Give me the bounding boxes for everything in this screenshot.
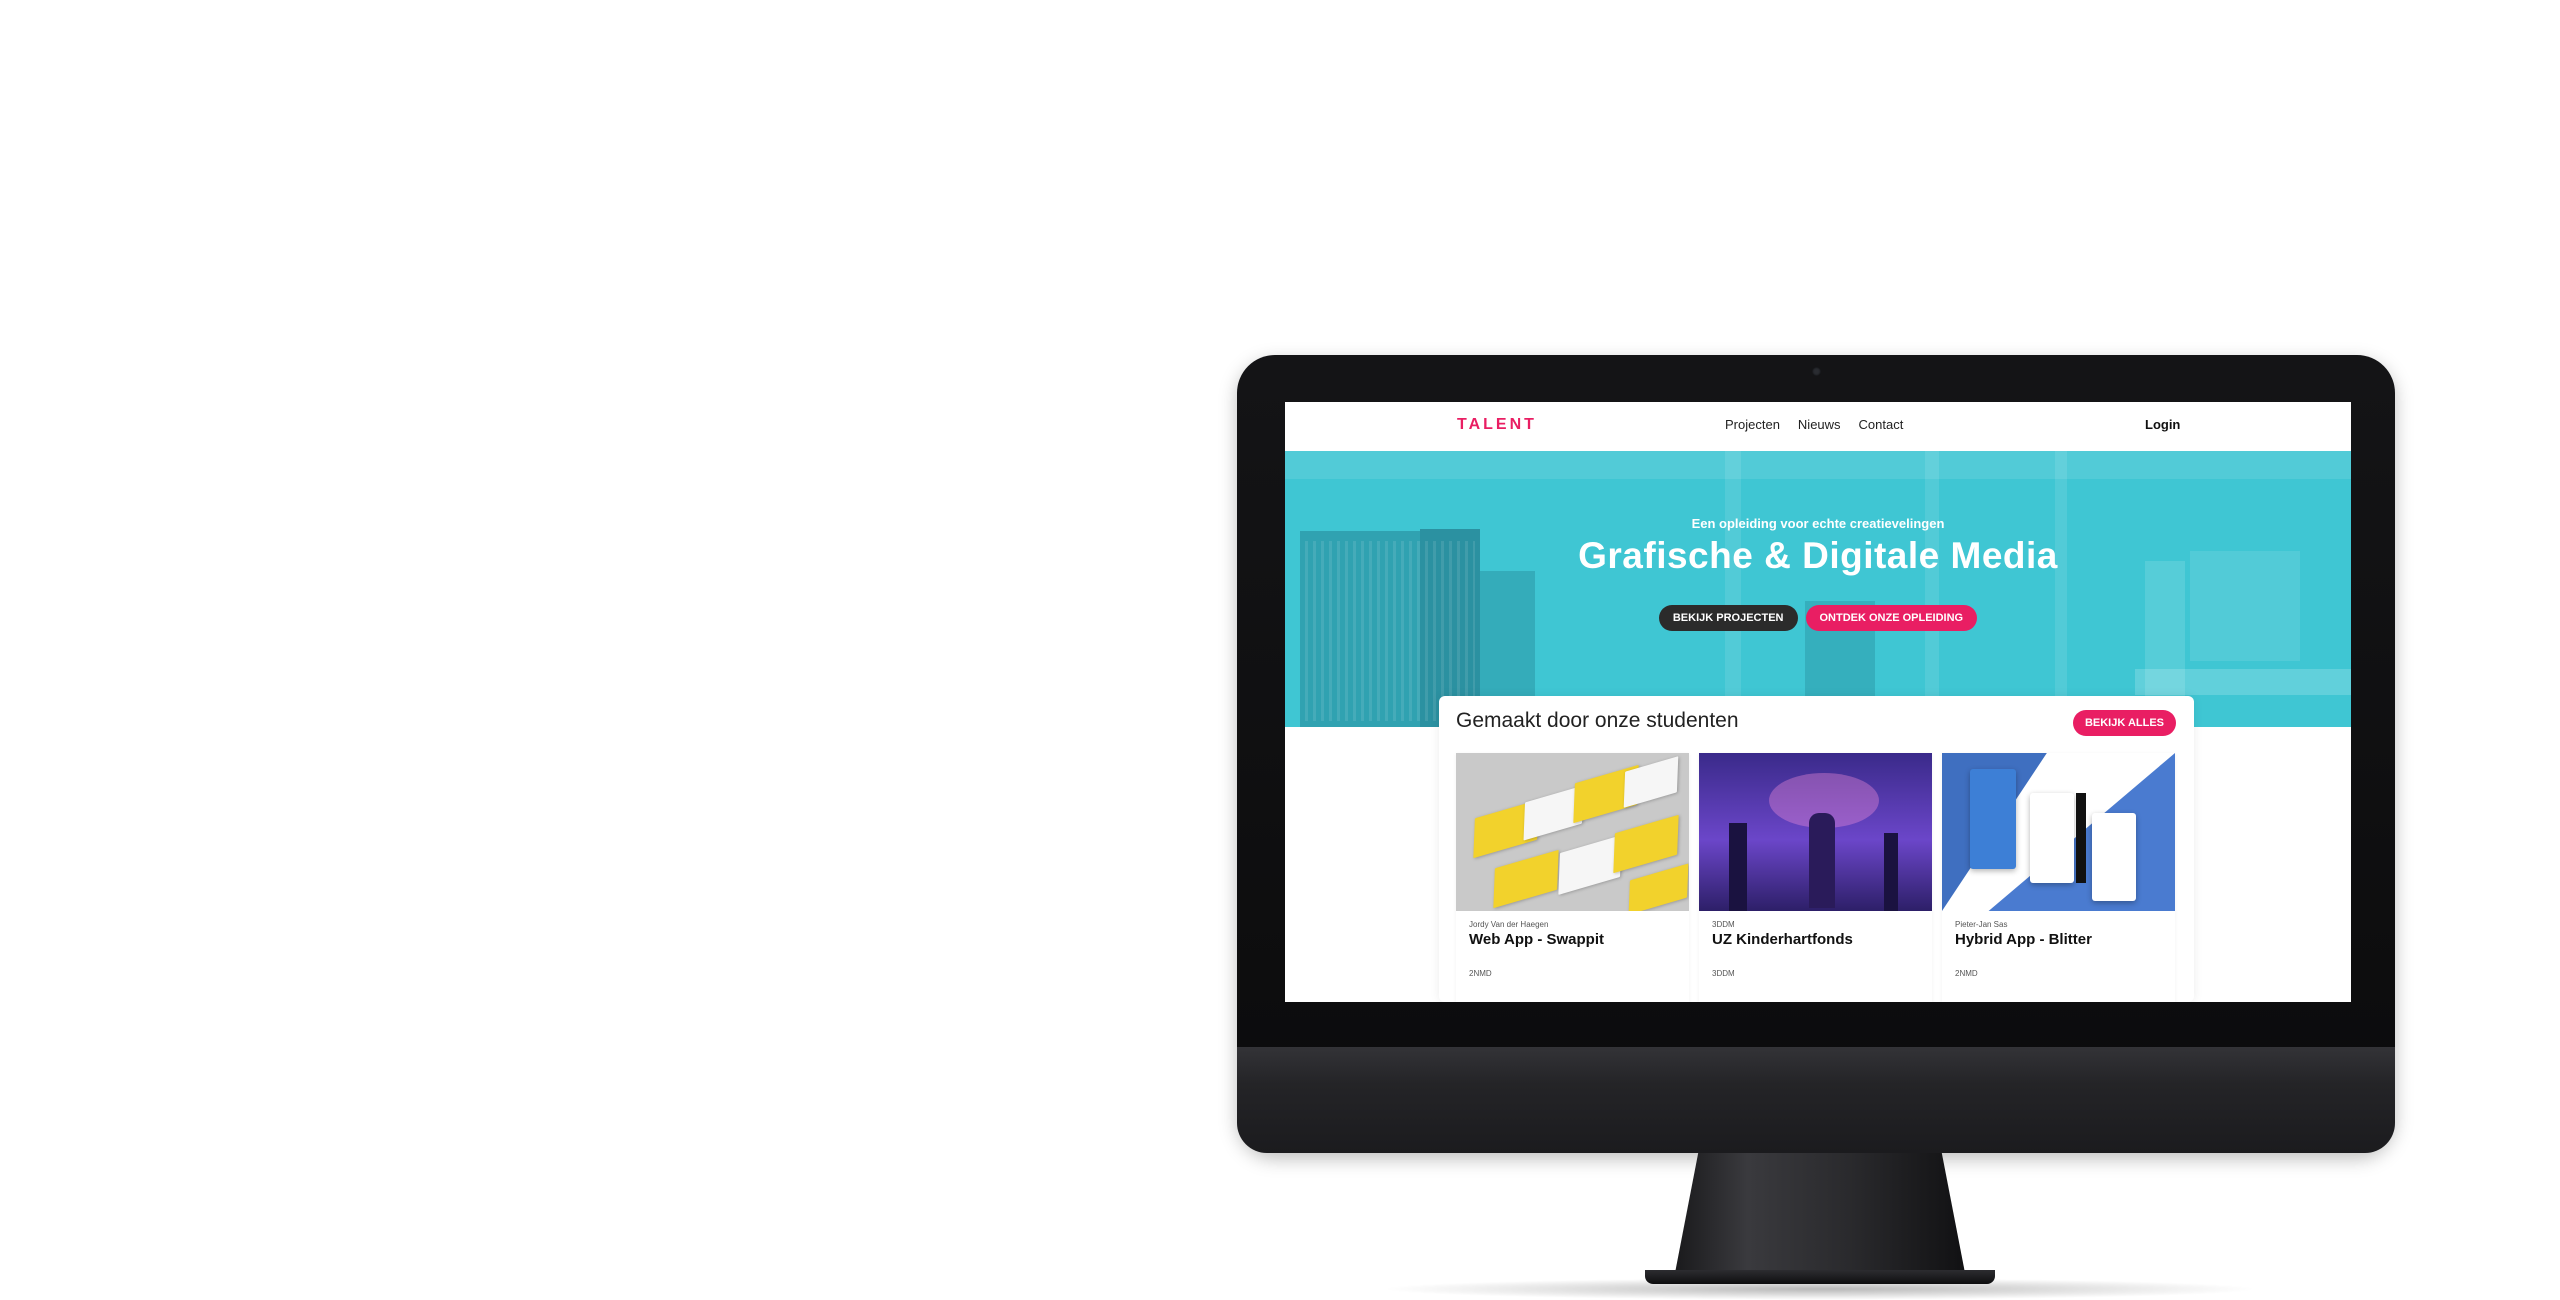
hero-banner: Een opleiding voor echte creatievelingen… <box>1285 451 2351 727</box>
view-projects-button[interactable]: BEKIJK PROJECTEN <box>1658 605 1798 631</box>
card-author: Jordy Van der Haegen <box>1469 920 1549 929</box>
document-shape <box>1493 849 1559 909</box>
top-navbar: TALENT Projecten Nieuws Contact Login <box>1285 402 2351 451</box>
discover-education-button[interactable]: ONTDEK ONZE OPLEIDING <box>1805 605 1978 631</box>
camera-icon <box>1812 367 1821 376</box>
project-card-blitter[interactable]: Pieter-Jan Sas Hybrid App - Blitter 2NMD <box>1942 753 2175 1002</box>
equipment-stand <box>1884 833 1898 911</box>
project-thumbnail[interactable] <box>1456 753 1689 911</box>
card-title[interactable]: UZ Kinderhartfonds <box>1712 931 1853 948</box>
card-title[interactable]: Web App - Swappit <box>1469 931 1604 948</box>
hero-desk <box>2135 669 2351 695</box>
hero-title: Grafische & Digitale Media <box>1578 535 2058 576</box>
equipment-stand <box>1729 823 1747 911</box>
floor-shadow <box>1380 1278 2260 1300</box>
hero-buttons: BEKIJK PROJECTEN ONTDEK ONZE OPLEIDING <box>1285 605 2351 631</box>
hero-pillar <box>2055 451 2067 727</box>
project-thumbnail[interactable] <box>1699 753 1932 911</box>
nav-link-projecten[interactable]: Projecten <box>1725 417 1780 432</box>
card-tag: 3DDM <box>1712 969 1735 978</box>
hero-tagline: Een opleiding voor echte creatievelingen <box>1691 516 1945 531</box>
view-all-button[interactable]: BEKIJK ALLES <box>2072 710 2176 736</box>
project-cards: Jordy Van der Haegen Web App - Swappit 2… <box>1456 753 2175 1002</box>
card-title[interactable]: Hybrid App - Blitter <box>1955 931 2092 948</box>
phone-edge <box>2076 793 2086 883</box>
app-screen <box>2030 793 2074 883</box>
website-screen: TALENT Projecten Nieuws Contact Login Ee… <box>1285 402 2351 1002</box>
hero-ceiling <box>1285 451 2351 479</box>
nav-link-contact[interactable]: Contact <box>1859 417 1904 432</box>
hero-bookshelf <box>1480 571 1535 711</box>
hero-pillar <box>1925 451 1939 727</box>
talent-logo[interactable]: TALENT <box>1457 416 1537 434</box>
document-shape <box>1628 863 1689 911</box>
document-shape <box>1623 756 1679 808</box>
project-card-uz-kinderhartfonds[interactable]: 3DDM UZ Kinderhartfonds 3DDM <box>1699 753 1932 1002</box>
document-shape <box>1613 814 1679 874</box>
person-silhouette <box>1809 813 1835 908</box>
app-screen <box>2092 813 2136 901</box>
card-tag: 2NMD <box>1469 969 1492 978</box>
login-link[interactable]: Login <box>2145 417 2180 432</box>
card-tag: 2NMD <box>1955 969 1978 978</box>
nav-links: Projecten Nieuws Contact <box>1725 417 1903 432</box>
app-screen <box>1970 769 2016 869</box>
student-projects-section: Gemaakt door onze studenten BEKIJK ALLES… <box>1439 696 2194 1002</box>
card-author: Pieter-Jan Sas <box>1955 920 2008 929</box>
monitor-chin <box>1237 1047 2395 1153</box>
project-card-swappit[interactable]: Jordy Van der Haegen Web App - Swappit 2… <box>1456 753 1689 1002</box>
document-shape <box>1558 835 1622 895</box>
nav-link-nieuws[interactable]: Nieuws <box>1798 417 1841 432</box>
monitor-stand <box>1675 1153 1965 1273</box>
card-author: 3DDM <box>1712 920 1735 929</box>
hero-pillar <box>1725 451 1741 727</box>
section-title: Gemaakt door onze studenten <box>1456 709 1739 732</box>
project-thumbnail[interactable] <box>1942 753 2175 911</box>
